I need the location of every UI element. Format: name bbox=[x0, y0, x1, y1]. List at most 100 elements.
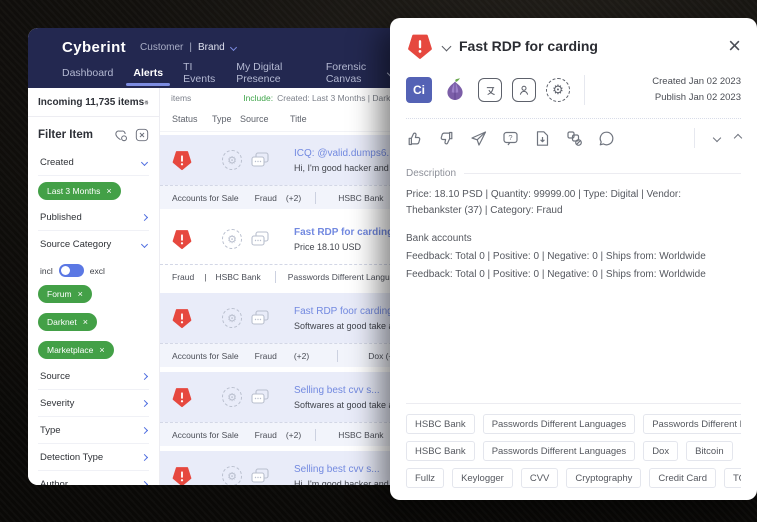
chip-last-3-months[interactable]: Last 3 Months × bbox=[38, 182, 121, 200]
chip-marketplace[interactable]: Marketplace × bbox=[38, 341, 114, 359]
alert-row-tags: Accounts for Sale Fraud (+2) Dox (+1) bbox=[160, 343, 392, 367]
clear-filters-icon[interactable] bbox=[135, 128, 149, 142]
column-source[interactable]: Source bbox=[240, 114, 290, 124]
include-exclude-toggle-row: incl excl bbox=[38, 257, 149, 279]
detection-type-chevron-right-icon bbox=[140, 453, 149, 462]
severity-alert-icon bbox=[408, 34, 432, 59]
alert-category: Accounts for Sale bbox=[172, 429, 239, 440]
comment-icon[interactable] bbox=[598, 130, 615, 147]
alert-subtitle: Softwares at good take away p bbox=[294, 399, 392, 410]
ask-analyst-icon[interactable]: ? bbox=[502, 130, 519, 147]
type-label: Type bbox=[40, 425, 61, 436]
chip-remove-icon[interactable]: × bbox=[78, 289, 83, 299]
cyberint-logo: Cyberint bbox=[62, 38, 127, 56]
tag[interactable]: Keylogger bbox=[452, 468, 513, 488]
tab-alerts[interactable]: Alerts bbox=[126, 67, 170, 86]
tune-filters-icon[interactable] bbox=[144, 96, 149, 109]
tag[interactable]: Bitcoin bbox=[686, 441, 733, 461]
tag[interactable]: HSBC Bank bbox=[406, 414, 475, 434]
chip-forum[interactable]: Forum × bbox=[38, 285, 92, 303]
send-icon[interactable] bbox=[470, 130, 487, 147]
top-navigation-bar: Cyberint Customer | Brand Dashboard Aler… bbox=[28, 28, 392, 88]
close-icon[interactable]: × bbox=[728, 35, 741, 57]
tag[interactable]: Passwords Different Languages bbox=[482, 414, 636, 434]
alert-title-link[interactable]: Fast RDP for carding bbox=[294, 227, 392, 238]
alert-row-main: ⚙ Fast RDP for carding Price 18.10 USD bbox=[160, 214, 392, 264]
thumbs-down-icon[interactable] bbox=[438, 130, 455, 147]
tag[interactable]: Fullz bbox=[406, 468, 445, 488]
alert-detail-panel: Fast RDP for carding × Ci ⚙ Created Jan … bbox=[390, 18, 757, 500]
tag[interactable]: HSBC Bank bbox=[406, 441, 475, 461]
chip-remove-icon[interactable]: × bbox=[106, 186, 111, 196]
tag[interactable]: Dox bbox=[643, 441, 679, 461]
tag[interactable]: Passwords Different Languages bbox=[482, 441, 636, 461]
alert-row[interactable]: ⚙ ICQ: @valid.dumps6... Hi, I'm good hac… bbox=[160, 135, 392, 209]
filter-section-published[interactable]: Published bbox=[38, 204, 149, 231]
feedback-line: Feedback: Total 0 | Positive: 0 | Negati… bbox=[406, 269, 706, 281]
filter-section-severity[interactable]: Severity bbox=[38, 390, 149, 417]
brand-label[interactable]: Brand bbox=[198, 42, 225, 53]
publish-date: Publish Jan 02 2023 bbox=[654, 92, 741, 104]
alert-row-tags: Fraud | HSBC Bank Passwords Different La… bbox=[160, 264, 392, 288]
collapse-section-icon[interactable] bbox=[712, 134, 722, 143]
chip-remove-icon[interactable]: × bbox=[83, 317, 88, 327]
alert-asset: Dox (+1) bbox=[368, 350, 392, 361]
alert-row-main: ⚙ Selling best cvv s... Softwares at goo… bbox=[160, 372, 392, 422]
column-type[interactable]: Type bbox=[212, 114, 240, 124]
brand-chevron-down-icon[interactable] bbox=[229, 43, 237, 51]
alert-type-more[interactable]: (+2) bbox=[294, 351, 309, 361]
related-entities-icon[interactable] bbox=[566, 130, 583, 147]
filter-section-source[interactable]: Source bbox=[38, 363, 149, 390]
tag[interactable]: TOR bbox=[724, 468, 741, 488]
tab-forensic-canvas[interactable]: Forensic Canvas bbox=[326, 61, 392, 85]
content-area: Incoming 11,735 items Filter Item Create… bbox=[28, 88, 392, 485]
filter-section-source-category[interactable]: Source Category bbox=[38, 231, 149, 257]
automation-gear-icon: ⚙ bbox=[222, 229, 242, 249]
filter-section-type[interactable]: Type bbox=[38, 417, 149, 444]
column-status[interactable]: Status bbox=[172, 114, 212, 124]
severity-chevron-down-icon[interactable] bbox=[441, 41, 452, 51]
footer-divider bbox=[315, 428, 317, 441]
detail-dates: Created Jan 02 2023 Publish Jan 02 2023 bbox=[652, 74, 741, 106]
meta-divider bbox=[584, 75, 585, 106]
tag[interactable]: Cryptography bbox=[566, 468, 642, 488]
action-divider bbox=[694, 128, 695, 149]
desktop-background: Cyberint Customer | Brand Dashboard Aler… bbox=[0, 0, 757, 522]
alert-title-link[interactable]: Fast RDP foor carding bbox=[294, 306, 392, 317]
filter-section-detection-type[interactable]: Detection Type bbox=[38, 444, 149, 471]
column-title[interactable]: Title bbox=[290, 114, 307, 124]
severity-alert-icon bbox=[172, 388, 192, 408]
expand-section-icon[interactable] bbox=[733, 134, 743, 143]
tag[interactable]: Credit Card bbox=[649, 468, 716, 488]
tab-dashboard[interactable]: Dashboard bbox=[62, 67, 113, 79]
alert-asset: HSBC Bank bbox=[338, 192, 384, 203]
tab-ti-events[interactable]: TI Events bbox=[183, 61, 216, 85]
alert-row-main: ⚙ Fast RDP foor carding Softwares at goo… bbox=[160, 293, 392, 343]
include-exclude-toggle[interactable] bbox=[58, 264, 84, 277]
customer-label[interactable]: Customer bbox=[140, 42, 183, 53]
alert-title-link[interactable]: Selling best cvv s... bbox=[294, 385, 392, 396]
save-filter-icon[interactable] bbox=[113, 128, 128, 142]
alert-row[interactable]: ⚙ Selling best cvv s... Softwares at goo… bbox=[160, 372, 392, 446]
alert-row[interactable]: ⚙ Selling best cvv s... Hi, I'm good hac… bbox=[160, 451, 392, 485]
source-type-icon bbox=[478, 78, 502, 103]
tag-row: HSBC Bank Passwords Different Languages … bbox=[406, 414, 741, 434]
severity-alert-icon bbox=[172, 151, 192, 171]
chip-darknet[interactable]: Darknet × bbox=[38, 313, 98, 331]
alert-title-link[interactable]: Selling best cvv s... bbox=[294, 464, 392, 475]
filter-section-author[interactable]: Author bbox=[38, 471, 149, 485]
tab-forensic-canvas-label: Forensic Canvas bbox=[325, 61, 367, 85]
tab-my-digital-presence[interactable]: My Digital Presence bbox=[236, 61, 306, 85]
alert-title-link[interactable]: ICQ: @valid.dumps6... bbox=[294, 148, 392, 159]
filter-section-created[interactable]: Created bbox=[38, 149, 149, 176]
tag[interactable]: CVV bbox=[520, 468, 559, 488]
chip-remove-icon[interactable]: × bbox=[99, 345, 104, 355]
thumbs-up-icon[interactable] bbox=[406, 130, 423, 147]
tag[interactable]: Passwords Different Languages bbox=[643, 414, 741, 434]
alert-row[interactable]: ⚙ Fast RDP foor carding Softwares at goo… bbox=[160, 293, 392, 367]
alert-row-selected[interactable]: ⚙ Fast RDP for carding Price 18.10 USD F… bbox=[160, 214, 392, 288]
items-label: items bbox=[171, 92, 192, 103]
alert-type-more[interactable]: (+2) bbox=[286, 193, 301, 203]
export-file-icon[interactable] bbox=[534, 130, 551, 147]
alert-type-more[interactable]: (+2) bbox=[286, 430, 301, 440]
